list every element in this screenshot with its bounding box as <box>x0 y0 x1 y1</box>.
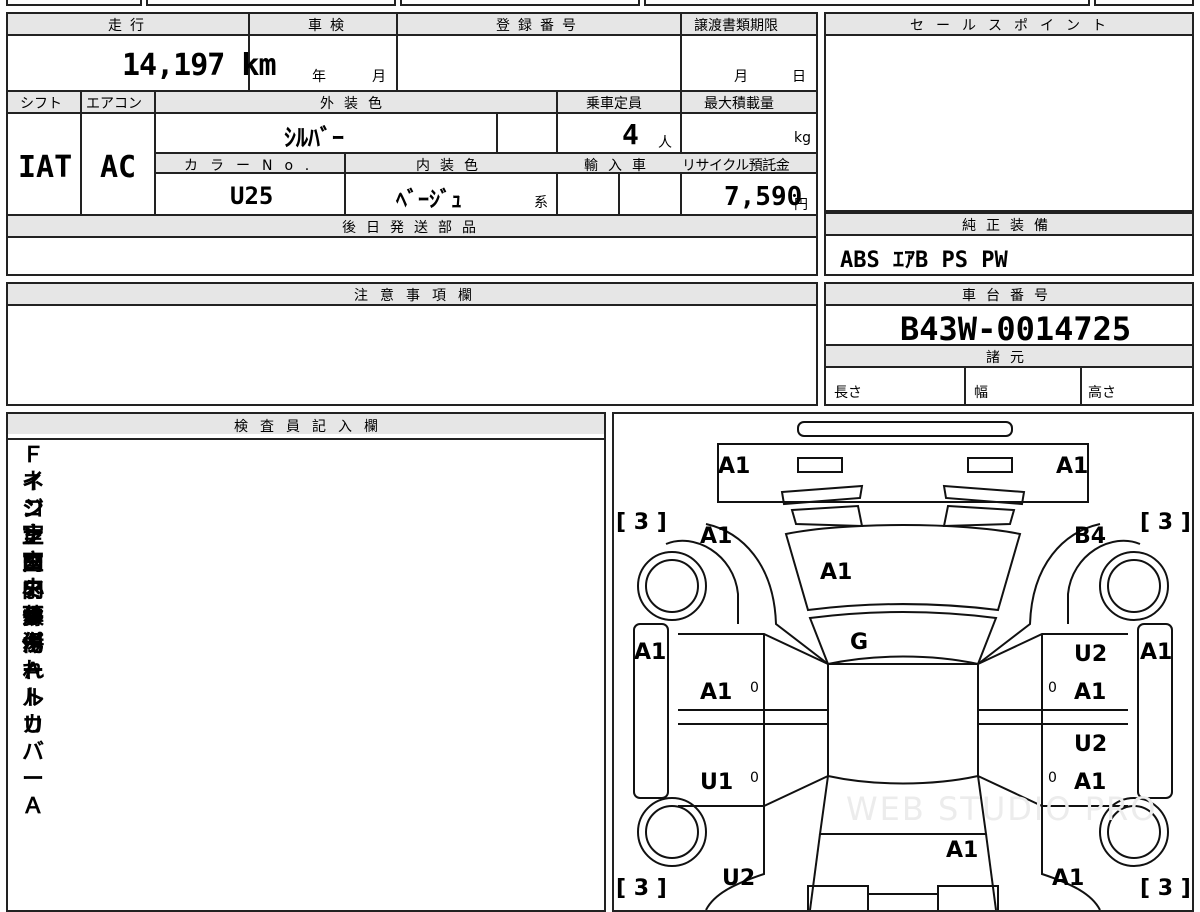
max-load-unit: kg <box>794 130 811 146</box>
label-color-no: カラーNo. <box>184 158 322 174</box>
label-max-load: 最大積載量 <box>704 96 774 112</box>
diag-pillar-left: A1 <box>634 640 667 665</box>
label-import: 輸入車 <box>584 158 656 174</box>
diag-door-fr-top: U2 <box>1074 642 1108 667</box>
diag-door-fr: A1 <box>1074 680 1107 705</box>
ext-color-value: ｼﾙﾊﾞｰ <box>284 124 344 152</box>
recycle-unit: 円 <box>794 197 808 213</box>
inspector-box: 検査員記入欄 Ｆインナー小Ｕ ネジ止ロアサポートＵ コンソール傷 室内内張傷 室… <box>6 412 606 912</box>
color-no-value: U25 <box>230 182 274 210</box>
int-color-value: ﾍﾞｰｼﾞｭ <box>396 188 463 213</box>
deadline-month: 月 <box>734 69 748 85</box>
diag-fender-left: A1 <box>700 524 733 549</box>
inspector-note: ホイールカバーＡ <box>22 605 45 819</box>
sales-point-box: セールスポイント <box>824 12 1194 212</box>
label-std-equipment: 純正装備 <box>962 218 1058 234</box>
label-length: 長さ <box>834 385 862 401</box>
label-aircon: エアコン <box>86 96 142 112</box>
diag-front-right: A1 <box>1056 454 1089 479</box>
tire-rr-tread: [ 3 ] <box>1140 876 1191 901</box>
tire-rl-tread: [ 3 ] <box>616 876 667 901</box>
mileage-value: 14,197 km <box>122 48 277 83</box>
diag-roof-rear: A1 <box>946 838 979 863</box>
diag-door-fl: A1 <box>700 680 733 705</box>
tire-fl-tread: [ 3 ] <box>616 510 667 535</box>
label-reg-no: 登録番号 <box>496 18 584 34</box>
label-capacity: 乗車定員 <box>586 96 642 112</box>
diag-windshield: G <box>850 630 869 655</box>
diag-zero-rr: 0 <box>1048 770 1057 786</box>
aircon-value: AC <box>100 150 137 185</box>
label-recycle: リサイクル預託金 <box>682 158 790 174</box>
label-shaken: 車検 <box>308 18 352 34</box>
label-inspector: 検査員記入欄 <box>234 419 390 435</box>
chassis-no-value: B43W-0014725 <box>900 310 1132 348</box>
label-transfer-deadline: 譲渡書類期限 <box>694 18 778 34</box>
watermark: WEB STUDIO PRO <box>846 790 1158 828</box>
car-damage-diagram: A1 A1 A1 B4 A1 G A1 A1 A1 U2 A1 U1 U2 A1… <box>612 412 1194 912</box>
deadline-day: 日 <box>792 69 806 85</box>
diag-rear-fender-left: U2 <box>722 866 756 891</box>
diag-rear-right: A1 <box>1052 866 1085 891</box>
chassis-box: 車台番号 B43W-0014725 諸元 長さ 幅 高さ <box>824 282 1194 406</box>
diag-fender-right: B4 <box>1074 524 1107 549</box>
label-notes: 注意事項欄 <box>354 288 484 304</box>
diag-zero-fr: 0 <box>1048 680 1057 696</box>
label-shift: シフト <box>20 96 62 112</box>
shift-value: IAT <box>18 150 73 185</box>
diag-front-left: A1 <box>718 454 751 479</box>
diag-hood: A1 <box>820 560 853 585</box>
month-unit: 月 <box>372 69 386 85</box>
label-int-color: 内装色 <box>416 158 488 174</box>
label-width: 幅 <box>974 385 988 401</box>
label-sales-point: セールスポイント <box>910 18 1118 34</box>
vehicle-info-table: 走行 車検 登録番号 譲渡書類期限 14,197 km 年 月 月 日 シフト … <box>6 12 818 276</box>
std-equipment-value: ABS ｴｱB PS PW <box>840 248 1008 273</box>
label-mileage: 走行 <box>108 18 152 34</box>
diag-door-rr-top: U2 <box>1074 732 1108 757</box>
year-unit: 年 <box>312 69 326 85</box>
label-specs: 諸元 <box>986 350 1034 366</box>
diag-pillar-right: A1 <box>1140 640 1173 665</box>
capacity-value: 4 <box>622 118 639 151</box>
label-ext-color: 外装色 <box>320 96 392 112</box>
top-strip <box>0 0 1200 6</box>
int-color-suffix: 系 <box>534 195 548 211</box>
diag-door-rl: U1 <box>700 770 734 795</box>
notes-box: 注意事項欄 <box>6 282 818 406</box>
recycle-value: 7,590 <box>724 182 803 212</box>
label-chassis-no: 車台番号 <box>962 288 1058 304</box>
capacity-unit: 人 <box>658 135 672 151</box>
diag-zero-fl: 0 <box>750 680 759 696</box>
standard-equipment-box: 純正装備 ABS ｴｱB PS PW <box>824 212 1194 276</box>
tire-fr-tread: [ 3 ] <box>1140 510 1191 535</box>
label-height: 高さ <box>1088 385 1116 401</box>
diag-zero-rl: 0 <box>750 770 759 786</box>
label-later-parts: 後日発送部品 <box>342 220 486 236</box>
